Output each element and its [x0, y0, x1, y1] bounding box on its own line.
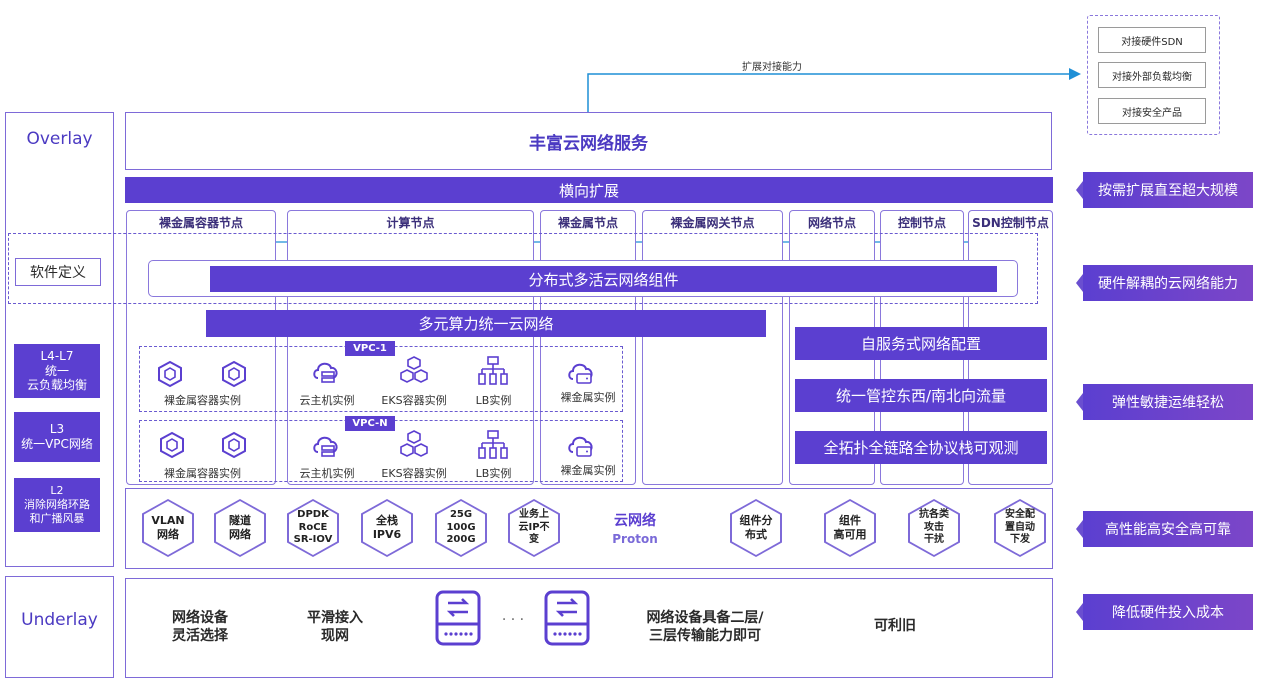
- l3-label: L3 统一VPC网络: [14, 412, 100, 462]
- node-header-bm-container: 裸金属容器节点: [158, 215, 243, 230]
- proton-title: 云网络 Proton: [600, 510, 670, 546]
- box-icon: [158, 360, 182, 388]
- extend-item-security: 对接安全产品: [1098, 98, 1206, 124]
- underlay-item-flexible: 网络设备 灵活选择: [172, 609, 228, 644]
- horizontal-scale-bar: 横向扩展: [125, 177, 1053, 203]
- cubes-icon: [400, 356, 428, 383]
- node-header-sdn-control: SDN控制节点: [972, 215, 1049, 230]
- extend-panel: 对接硬件SDN 对接外部负载均衡 对接安全产品: [1087, 15, 1220, 135]
- node-header-network: 网络节点: [807, 215, 856, 230]
- instance-label: 云主机实例: [299, 394, 355, 407]
- underlay-item-smooth: 平滑接入 现网: [307, 609, 363, 644]
- instance-label: LB实例: [475, 467, 512, 480]
- cloud-storage-icon: [568, 436, 593, 457]
- instance-label: EKS容器实例: [381, 467, 447, 480]
- right-label-decouple: 硬件解耦的云网络能力: [1083, 265, 1253, 301]
- proton-title-en: Proton: [612, 532, 658, 546]
- box-icon: [160, 431, 184, 459]
- box-icon: [222, 431, 246, 459]
- cloud-network-service: 丰富云网络服务: [125, 112, 1052, 170]
- instance-label: 裸金属容器实例: [164, 394, 241, 407]
- hex-tunnel: 隧道 网络: [214, 499, 266, 557]
- hex-distributed: 组件分 布式: [730, 499, 782, 557]
- instance-label: 云主机实例: [299, 467, 355, 480]
- cloud-storage-icon: [568, 363, 593, 384]
- underlay-dots: · · ·: [501, 612, 525, 628]
- multi-compute-bar: 多元算力统一云网络: [206, 310, 766, 337]
- hex-ha: 组件 高可用: [824, 499, 876, 557]
- hex-vlan: VLAN 网络: [142, 499, 194, 557]
- hex-ipv6: 全栈 IPV6: [361, 499, 413, 557]
- instance-label: 裸金属实例: [560, 391, 616, 404]
- instance-label: 裸金属实例: [560, 464, 616, 477]
- feature-self-service: 自服务式网络配置: [795, 327, 1047, 360]
- switch-icon: [544, 590, 590, 646]
- underlay-item-reuse: 可利旧: [874, 618, 916, 634]
- right-label-cost: 降低硬件投入成本: [1083, 594, 1253, 630]
- box-icon: [222, 360, 246, 388]
- extend-item-load-balancer: 对接外部负载均衡: [1098, 62, 1206, 88]
- proton-title-cn: 云网络: [614, 513, 656, 529]
- hex-anti-attack: 抗各类 攻击 干扰: [908, 499, 960, 557]
- underlay-item-l2l3: 网络设备具备二层/ 三层传输能力即可: [646, 609, 764, 644]
- feature-observability: 全拓扑全链路全协议栈可观测: [795, 431, 1047, 464]
- distributed-component-bar: 分布式多活云网络组件: [210, 266, 997, 292]
- overlay-label: Overlay: [26, 129, 93, 149]
- node-header-control: 控制节点: [897, 215, 946, 230]
- cloud-server-icon: [313, 436, 338, 457]
- node-header-bm-gateway: 裸金属网关节点: [670, 215, 755, 230]
- right-label-scale: 按需扩展直至超大规模: [1083, 172, 1253, 208]
- hex-bandwidth: 25G 100G 200G: [435, 499, 487, 557]
- switch-icon: [435, 590, 481, 646]
- hex-ip-unchanged: 业务上 云IP不 变: [508, 499, 560, 557]
- right-label-performance: 高性能高安全高可靠: [1083, 511, 1253, 547]
- instance-label: EKS容器实例: [381, 394, 447, 407]
- node-header-bm: 裸金属节点: [557, 215, 618, 230]
- node-header-compute: 计算节点: [386, 215, 435, 230]
- l2-label: L2 消除网络环路 和广播风暴: [14, 478, 100, 532]
- underlay-label: Underlay: [21, 610, 98, 630]
- extend-label: 扩展对接能力: [742, 62, 802, 73]
- l4l7-label: L4-L7 统一 云负载均衡: [14, 344, 100, 398]
- instance-label: 裸金属容器实例: [164, 467, 241, 480]
- feature-traffic-control: 统一管控东西/南北向流量: [795, 379, 1047, 412]
- cubes-icon: [400, 430, 428, 457]
- instance-label: LB实例: [475, 394, 512, 407]
- lb-tree-icon: [478, 430, 508, 459]
- cloud-server-icon: [313, 362, 338, 383]
- right-label-agile: 弹性敏捷运维轻松: [1083, 384, 1253, 420]
- hex-security-config: 安全配 置自动 下发: [994, 499, 1046, 557]
- vpcn-tag: VPC-N: [345, 416, 395, 431]
- hex-dpdk: DPDK RoCE SR-IOV: [287, 499, 339, 557]
- extend-item-hardware-sdn: 对接硬件SDN: [1098, 27, 1206, 53]
- lb-tree-icon: [478, 356, 508, 385]
- vpc1-tag: VPC-1: [345, 341, 395, 356]
